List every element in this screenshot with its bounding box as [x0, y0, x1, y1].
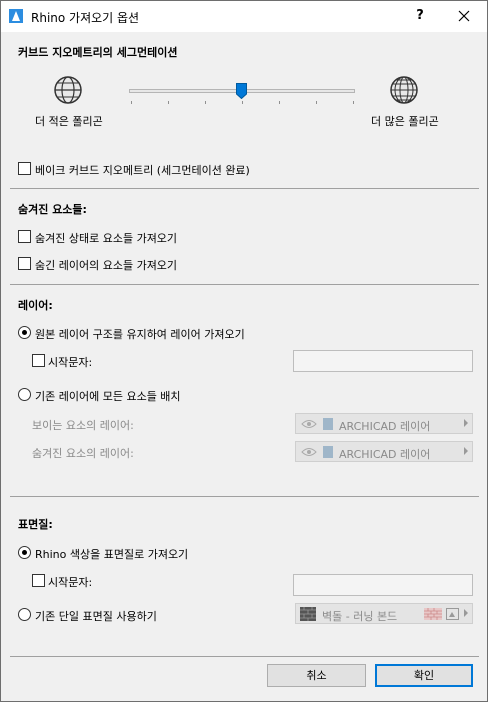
max-polygons-label: 더 많은 폴리곤 — [371, 115, 439, 128]
visible-layer-value: ARCHICAD 레이어 — [339, 420, 431, 433]
globe-high-poly-icon — [390, 76, 418, 104]
brick-pattern-icon — [424, 608, 442, 620]
separator — [10, 496, 479, 497]
import-hidden-state-checkbox[interactable] — [18, 230, 31, 243]
cancel-button[interactable]: 취소 — [267, 664, 366, 687]
surfaces-heading: 표면질: — [18, 518, 53, 531]
hidden-elements-heading: 숨겨진 요소들: — [18, 203, 87, 216]
eye-icon — [301, 420, 317, 428]
surface-prefix-input[interactable] — [293, 574, 473, 596]
slider-tick — [205, 101, 206, 104]
separator — [10, 656, 479, 657]
import-options-dialog: Rhino 가져오기 옵션 ? 커브드 지오메트리의 세그먼테이션 더 적은 폴… — [0, 0, 488, 702]
close-button[interactable] — [447, 5, 481, 27]
min-polygons-label: 더 적은 폴리곤 — [35, 115, 103, 128]
bake-curved-geometry-label: 베이크 커브드 지오메트리 (세그먼테이션 완료) — [35, 164, 250, 177]
visible-layer-label: 보이는 요소의 레이어: — [32, 419, 134, 432]
segmentation-slider-thumb[interactable] — [236, 83, 247, 99]
keep-layer-structure-radio[interactable] — [18, 326, 31, 339]
hidden-layer-label: 숨겨진 요소의 레이어: — [32, 447, 134, 460]
dropdown-arrow-icon — [464, 447, 468, 455]
title-bar: Rhino 가져오기 옵션 ? — [1, 1, 487, 32]
import-hidden-state-label: 숨겨진 상태로 요소들 가져오기 — [35, 232, 178, 245]
dropdown-arrow-icon — [464, 609, 468, 617]
layers-heading: 레이어: — [18, 299, 53, 312]
layer-prefix-input[interactable] — [293, 350, 473, 372]
layer-prefix-checkbox[interactable] — [32, 354, 45, 367]
surface-dropdown[interactable]: 벽돌 - 러닝 본드 — [295, 603, 473, 624]
slider-tick — [316, 101, 317, 104]
surface-prefix-label: 시작문자: — [48, 576, 93, 589]
slider-tick — [242, 101, 243, 104]
existing-layer-label: 기존 레이어에 모든 요소들 배치 — [35, 390, 181, 403]
slider-tick — [168, 101, 169, 104]
globe-low-poly-icon — [54, 76, 82, 104]
ok-button[interactable]: 확인 — [375, 664, 473, 687]
single-surface-radio[interactable] — [18, 608, 31, 621]
close-icon — [458, 10, 470, 22]
surface-value: 벽돌 - 러닝 본드 — [322, 610, 398, 623]
surface-prefix-checkbox[interactable] — [32, 574, 45, 587]
rhino-color-surface-label: Rhino 색상을 표면질로 가져오기 — [35, 548, 189, 561]
import-hidden-layers-label: 숨긴 레이어의 요소들 가져오기 — [35, 259, 178, 272]
existing-layer-radio[interactable] — [18, 388, 31, 401]
surface-settings-icon — [446, 608, 459, 620]
separator — [10, 284, 479, 285]
single-surface-label: 기존 단일 표면질 사용하기 — [35, 610, 157, 623]
keep-layer-structure-label: 원본 레이어 구조를 유지하여 레이어 가져오기 — [35, 328, 245, 341]
slider-tick — [353, 101, 354, 104]
visible-layer-dropdown[interactable]: ARCHICAD 레이어 — [295, 413, 473, 434]
hidden-layer-dropdown[interactable]: ARCHICAD 레이어 — [295, 441, 473, 462]
segmentation-heading: 커브드 지오메트리의 세그먼테이션 — [18, 46, 178, 59]
archicad-layer-icon — [323, 418, 333, 430]
surface-swatch-icon — [300, 607, 316, 621]
import-hidden-layers-checkbox[interactable] — [18, 257, 31, 270]
help-button[interactable]: ? — [405, 5, 435, 27]
layer-prefix-label: 시작문자: — [48, 356, 93, 369]
rhino-app-icon — [9, 9, 23, 23]
eye-icon — [301, 448, 317, 456]
window-title: Rhino 가져오기 옵션 — [31, 11, 140, 25]
separator — [10, 188, 479, 189]
rhino-color-surface-radio[interactable] — [18, 546, 31, 559]
archicad-layer-icon — [323, 446, 333, 458]
slider-tick — [279, 101, 280, 104]
bake-curved-geometry-checkbox[interactable] — [18, 162, 31, 175]
hidden-layer-value: ARCHICAD 레이어 — [339, 448, 431, 461]
slider-tick — [131, 101, 132, 104]
dropdown-arrow-icon — [464, 419, 468, 427]
